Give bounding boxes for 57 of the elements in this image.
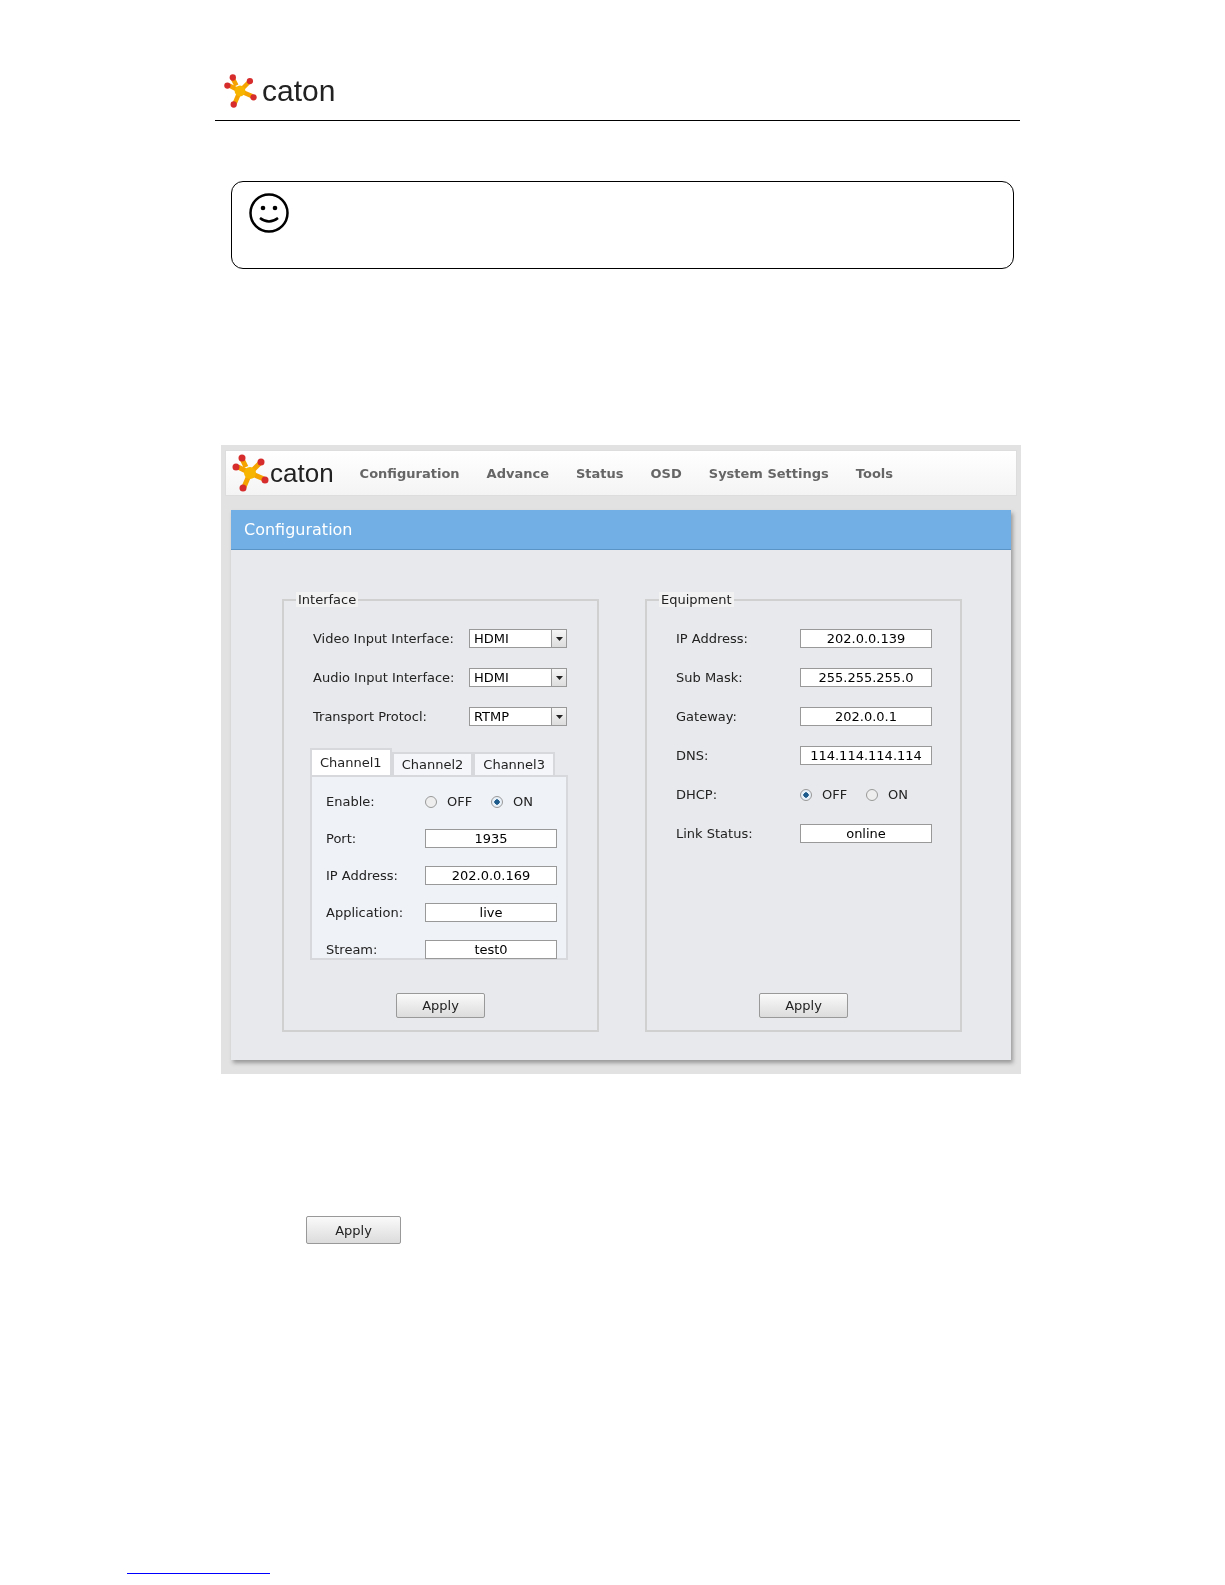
field-label: Port:: [326, 831, 358, 846]
input-field[interactable]: 255.255.255.0: [800, 668, 932, 687]
field-label: Stream:: [326, 942, 379, 957]
field-label: Sub Mask:: [676, 670, 744, 685]
radio-button[interactable]: [800, 788, 812, 801]
logo-text: caton: [270, 460, 334, 486]
field-label: Enable:: [326, 794, 376, 809]
field-label: DNS:: [676, 748, 710, 763]
input-field[interactable]: 1935: [425, 829, 557, 848]
channel-tab[interactable]: Channel1: [310, 748, 392, 775]
nav-item[interactable]: Tools: [855, 465, 893, 481]
apply-button[interactable]: Apply: [759, 993, 848, 1018]
field-label: Transport Protocl:: [313, 709, 428, 724]
logo-icon: [230, 453, 270, 493]
panel-title: Configuration: [231, 510, 1011, 550]
channel-tab[interactable]: Channel3: [473, 752, 555, 775]
input-field[interactable]: online: [800, 824, 932, 843]
field-label: IP Address:: [326, 868, 399, 883]
field-label: Gateway:: [676, 709, 738, 724]
channel-tab[interactable]: Channel2: [391, 752, 474, 775]
field-label: Audio Input Interface:: [313, 670, 456, 685]
smiley-icon: [248, 192, 290, 234]
dropdown[interactable]: HDMI: [469, 668, 567, 687]
field-label: IP Address:: [676, 631, 749, 646]
nav-item[interactable]: OSD: [650, 465, 682, 481]
apply-button[interactable]: Apply: [306, 1216, 401, 1244]
apply-button[interactable]: Apply: [396, 993, 485, 1018]
radio-button[interactable]: [425, 795, 437, 808]
nav-item[interactable]: Advance: [486, 465, 549, 481]
caret-icon: [555, 636, 563, 641]
radio-button[interactable]: [866, 788, 878, 801]
input-field[interactable]: 114.114.114.114: [800, 746, 932, 765]
radio-label: ON: [513, 794, 533, 809]
radio-label: OFF: [447, 794, 473, 809]
input-field[interactable]: 202.0.0.1: [800, 707, 932, 726]
input-field[interactable]: live: [425, 903, 557, 922]
radio-button[interactable]: [491, 795, 503, 808]
input-field[interactable]: 202.0.0.139: [800, 629, 932, 648]
nav-item[interactable]: Status: [576, 465, 624, 481]
group-legend: Interface: [296, 592, 359, 607]
nav-item[interactable]: Configuration: [359, 465, 460, 481]
caret-icon: [555, 675, 563, 680]
field-label: DHCP:: [676, 787, 719, 802]
nav-item[interactable]: System Settings: [708, 465, 829, 481]
dropdown[interactable]: HDMI: [469, 629, 567, 648]
logo-text: caton: [262, 76, 336, 106]
field-label: Link Status:: [676, 826, 754, 841]
input-field[interactable]: test0: [425, 940, 557, 959]
input-field[interactable]: 202.0.0.169: [425, 866, 557, 885]
field-label: Video Input Interface:: [313, 631, 455, 646]
field-label: Application:: [326, 905, 405, 920]
group-legend: Equipment: [659, 592, 734, 607]
logo-icon: [222, 73, 258, 109]
dropdown[interactable]: RTMP: [469, 707, 567, 726]
caret-icon: [555, 714, 563, 719]
radio-label: ON: [888, 787, 908, 802]
radio-label: OFF: [822, 787, 848, 802]
